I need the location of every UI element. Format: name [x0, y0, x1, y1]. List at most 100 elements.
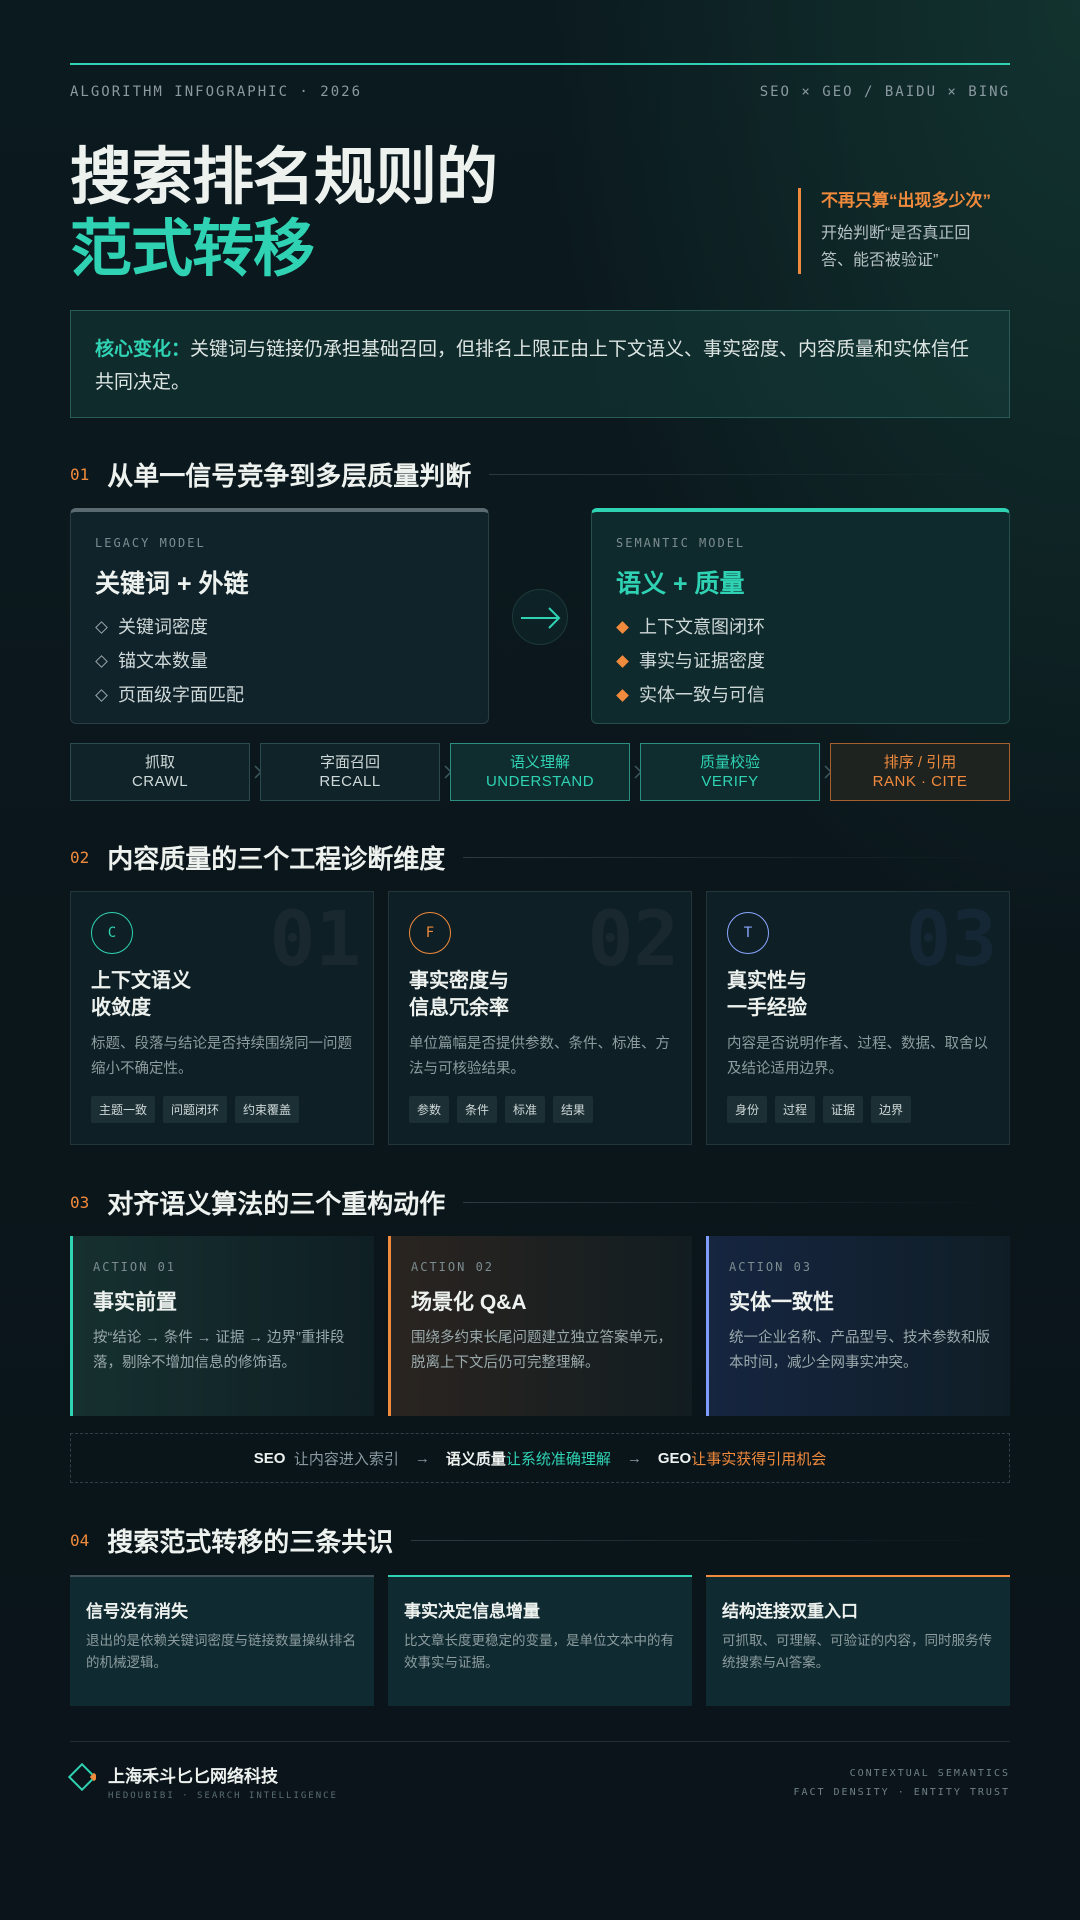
legacy-model-title: 关键词 + 外链 [95, 570, 249, 598]
dimension-card-fact-density: 02 F 事实密度与信息冗余率 单位篇幅是否提供参数、条件、标准、方法与可核验结… [388, 891, 692, 1145]
semantic-model-item: 实体一致与可信 [616, 678, 985, 712]
section-divider [489, 473, 1010, 475]
tag-chip: 过程 [775, 1096, 816, 1123]
semantic-model-item: 上下文意图闭环 [616, 610, 985, 644]
dimension-card-authenticity: 03 T 真实性与 一手经验 内容是否说明作者、过程、数据、取舍以及结论适用边界。… [706, 891, 1010, 1145]
consensus-description: 可抓取、可理解、可验证的内容，同时服务传统搜索与AI答案。 [722, 1633, 992, 1670]
action-title: 实体一致性 [729, 1291, 834, 1314]
consensus-description: 退出的是依赖关键词密度与链接数量操纵排名的机械逻辑。 [86, 1633, 356, 1670]
footer-keyword-line: CONTEXTUAL SEMANTICS [849, 1768, 1010, 1779]
tag-chip: 参数 [409, 1096, 450, 1123]
tag-chip: 边界 [871, 1096, 912, 1123]
card-description: 单位篇幅是否提供参数、条件、标准、方法与可核验结果。 [409, 1036, 670, 1077]
card-tags: 参数 条件 标准 结果 [409, 1096, 671, 1123]
section-title: 内容质量的三个工程诊断维度 [107, 843, 446, 874]
tag-chip: 主题一致 [91, 1096, 156, 1123]
core-change-box: 核心变化：关键词与链接仍承担基础召回，但排名上限正由上下文语义、事实密度、内容质… [70, 310, 1010, 418]
flow-geo-text: 让事实获得引用机会 [691, 1450, 827, 1468]
brand-name: 上海禾斗匕匕网络科技 [108, 1767, 278, 1786]
diamond-filled-icon [616, 654, 629, 668]
section-divider [411, 1539, 1010, 1541]
action-title: 事实前置 [93, 1291, 177, 1314]
section-number: 02 [70, 847, 90, 867]
header-kicker: ALGORITHM INFOGRAPHIC · 2026 [70, 84, 363, 100]
diamond-filled-icon [616, 688, 629, 702]
footer-divider [70, 1741, 1010, 1742]
ranking-pipeline: 抓取 CRAWL 字面召回 RECALL 语义理解 UNDERSTAND 质量校验 VE… [70, 743, 1010, 801]
consensus-card-structure: 结构连接双重入口 可抓取、可理解、可验证的内容，同时服务传统搜索与AI答案。 [706, 1575, 1010, 1706]
section-heading-04: 04 搜索范式转移的三条共识 [70, 1522, 1010, 1558]
header-topics: SEO × GEO / BAIDU × BING [759, 84, 1010, 100]
action-title: 场景化 Q&A [411, 1291, 527, 1314]
section-number: 01 [70, 464, 90, 484]
section-number: 03 [70, 1192, 90, 1212]
card-description: 内容是否说明作者、过程、数据、取舍以及结论适用边界。 [727, 1036, 988, 1077]
footer-keyword-line: FACT DENSITY · ENTITY TRUST [793, 1787, 1010, 1798]
pipeline-step-verify: 质量校验 VERIFY [640, 743, 820, 801]
tag-chip: 问题闭环 [163, 1096, 228, 1123]
hero-title-line2: 范式转移 [70, 215, 315, 284]
top-accent-rule [70, 63, 1010, 65]
hero-title: 搜索排名规则的 范式转移 [70, 142, 498, 286]
consensus-description: 比文章长度更稳定的变量，是单位文本中的有效事实与证据。 [404, 1633, 674, 1670]
tag-chip: 条件 [457, 1096, 498, 1123]
seo-geo-flow: SEO 让内容进入索引 → 语义质量 让系统准确理解 → GEO 让事实获得引用机会 [70, 1433, 1010, 1483]
consensus-title: 结构连接双重入口 [722, 1602, 858, 1621]
card-watermark-number: 02 [587, 894, 679, 983]
legacy-model-item: 页面级字面匹配 [95, 678, 464, 712]
section-heading-01: 01 从单一信号竞争到多层质量判断 [70, 456, 1010, 492]
dimension-card-context: 01 C 上下文语义收敛度 标题、段落与结论是否持续围绕同一问题缩小不确定性。 … [70, 891, 374, 1145]
footer-brand: 上海禾斗匕匕网络科技 HEDOUBIBI · SEARCH INTELLIGEN… [108, 1762, 338, 1801]
tag-chip: 结果 [553, 1096, 594, 1123]
pipeline-step-recall: 字面召回 RECALL [260, 743, 440, 801]
pull-quote: 不再只算“出现多少次” 开始判断“是否真正回答、能否被验证” [798, 188, 998, 274]
section-title: 对齐语义算法的三个重构动作 [107, 1188, 446, 1219]
action-description: 按“结论 → 条件 → 证据 → 边界”重排段落，剔除不增加信息的修饰语。 [93, 1330, 345, 1371]
card-letter-badge: T [727, 912, 769, 954]
brand-logo-icon [68, 1763, 96, 1791]
action-tag: ACTION 02 [411, 1260, 495, 1274]
core-change-text: 关键词与链接仍承担基础召回，但排名上限正由上下文语义、事实密度、内容质量和实体信… [95, 339, 970, 393]
card-description: 标题、段落与结论是否持续围绕同一问题缩小不确定性。 [91, 1036, 352, 1077]
card-tags: 主题一致 问题闭环 约束覆盖 [91, 1096, 353, 1123]
pipeline-step-crawl: 抓取 CRAWL [70, 743, 250, 801]
hero-title-line1: 搜索排名规则的 [70, 143, 498, 212]
flow-quality-text: 让系统准确理解 [505, 1450, 611, 1468]
flow-geo-label: GEO [657, 1449, 692, 1467]
tag-chip: 约束覆盖 [235, 1096, 300, 1123]
action-description: 统一企业名称、产品型号、技术参数和版本时间，减少全网事实冲突。 [729, 1330, 990, 1371]
brand-subtitle: HEDOUBIBI · SEARCH INTELLIGENCE [108, 1791, 338, 1801]
card-watermark-number: 01 [269, 894, 361, 983]
semantic-model-title: 语义 + 质量 [616, 570, 745, 598]
pull-quote-highlight: 不再只算“出现多少次” [821, 191, 991, 210]
arrow-right-icon: → [626, 1449, 642, 1467]
semantic-model-tag: SEMANTIC MODEL [616, 536, 746, 550]
semantic-model-item: 事实与证据密度 [616, 644, 985, 678]
section-title: 从单一信号竞争到多层质量判断 [107, 460, 472, 491]
footer-keywords: CONTEXTUAL SEMANTICS FACT DENSITY · ENTI… [793, 1764, 1010, 1802]
action-tag: ACTION 03 [729, 1260, 813, 1274]
legacy-model-tag: LEGACY MODEL [95, 536, 206, 550]
action-description: 围绕多约束长尾问题建立独立答案单元，脱离上下文后仍可完整理解。 [411, 1330, 672, 1371]
card-watermark-number: 03 [905, 894, 997, 983]
action-tag: ACTION 01 [93, 1260, 177, 1274]
action-card-entity-consistency: ACTION 03 实体一致性 统一企业名称、产品型号、技术参数和版本时间，减少… [706, 1236, 1010, 1416]
section-divider [463, 856, 1010, 858]
diamond-outline-icon [95, 654, 108, 668]
tag-chip: 身份 [727, 1096, 768, 1123]
legacy-model-item: 锚文本数量 [95, 644, 464, 678]
legacy-model-card: LEGACY MODEL 关键词 + 外链 关键词密度 锚文本数量 页面级字面匹… [70, 508, 489, 724]
consensus-card-signals: 信号没有消失 退出的是依赖关键词密度与链接数量操纵排名的机械逻辑。 [70, 1575, 374, 1706]
consensus-title: 事实决定信息增量 [404, 1602, 540, 1621]
pipeline-step-understand: 语义理解 UNDERSTAND [450, 743, 630, 801]
core-change-label: 核心变化： [95, 339, 191, 360]
card-letter-badge: F [409, 912, 451, 954]
pull-quote-body: 开始判断“是否真正回答、能否被验证” [821, 225, 971, 269]
flow-seo-label: SEO [253, 1449, 286, 1467]
tag-chip: 证据 [823, 1096, 864, 1123]
consensus-title: 信号没有消失 [86, 1602, 188, 1621]
card-letter-badge: C [91, 912, 133, 954]
action-card-scenario-qa: ACTION 02 场景化 Q&A 围绕多约束长尾问题建立独立答案单元，脱离上下… [388, 1236, 692, 1416]
semantic-model-card: SEMANTIC MODEL 语义 + 质量 上下文意图闭环 事实与证据密度 实… [591, 508, 1010, 724]
section-heading-03: 03 对齐语义算法的三个重构动作 [70, 1184, 1010, 1220]
